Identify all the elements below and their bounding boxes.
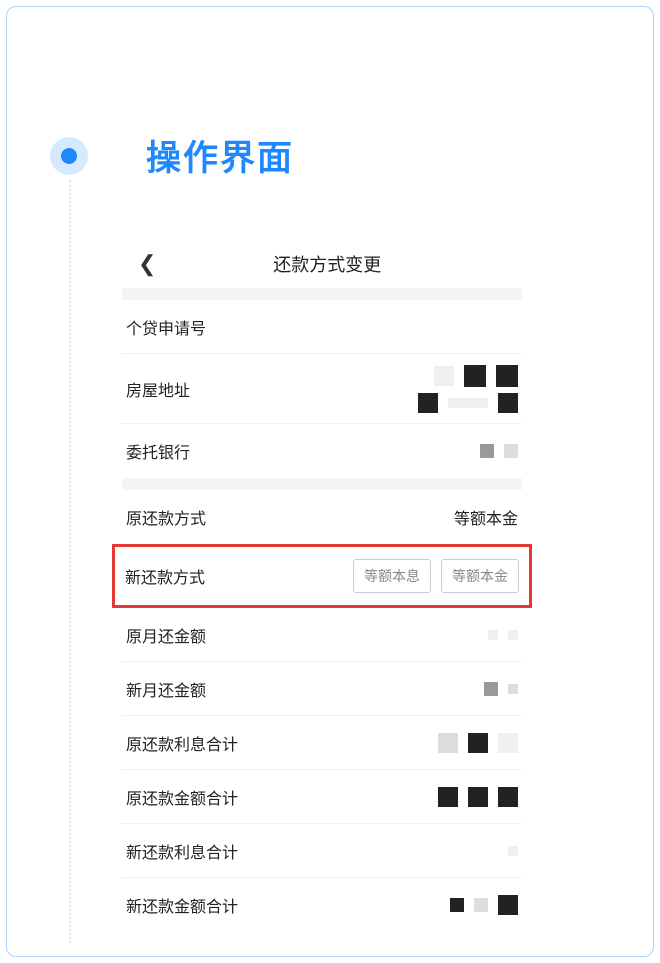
label-address: 房屋地址 — [126, 377, 190, 401]
value-orig-amount-total-redacted — [438, 787, 518, 807]
label-loan-app: 个贷申请号 — [126, 315, 206, 339]
label-orig-method: 原还款方式 — [126, 505, 206, 529]
row-new-interest-total: 新还款利息合计 — [122, 824, 522, 878]
value-new-interest-total-redacted — [508, 846, 518, 856]
bullet-inner — [61, 148, 77, 164]
value-bank-redacted — [480, 444, 518, 458]
value-orig-interest-total-redacted — [438, 733, 518, 753]
label-new-interest-total: 新还款利息合计 — [126, 839, 238, 863]
label-new-amount-total: 新还款金额合计 — [126, 893, 238, 917]
label-new-monthly: 新月还金额 — [126, 677, 206, 701]
new-method-options: 等额本息 等额本金 — [353, 559, 519, 593]
screen-title: 还款方式变更 — [152, 251, 502, 277]
value-new-amount-total-redacted — [450, 895, 518, 915]
label-orig-monthly: 原月还金额 — [126, 623, 206, 647]
screen-header: ❮ 还款方式变更 — [122, 240, 522, 288]
phone-panel: ❮ 还款方式变更 个贷申请号 房屋地址 委托银行 — [122, 240, 522, 932]
value-orig-method: 等额本金 — [454, 505, 518, 529]
row-address: 房屋地址 — [122, 354, 522, 424]
row-orig-interest-total: 原还款利息合计 — [122, 716, 522, 770]
row-orig-monthly: 原月还金额 — [122, 608, 522, 662]
label-bank: 委托银行 — [126, 439, 190, 463]
value-orig-monthly-redacted — [488, 630, 518, 640]
value-new-monthly-redacted — [484, 682, 518, 696]
section-title: 操作界面 — [146, 130, 294, 181]
option-equal-installment[interactable]: 等额本息 — [353, 559, 431, 593]
row-loan-app: 个贷申请号 — [122, 300, 522, 354]
divider — [122, 288, 522, 300]
section-header: 操作界面 — [50, 130, 294, 181]
row-orig-method: 原还款方式 等额本金 — [122, 490, 522, 544]
label-orig-amount-total: 原还款金额合计 — [126, 785, 238, 809]
label-orig-interest-total: 原还款利息合计 — [126, 731, 238, 755]
option-equal-principal[interactable]: 等额本金 — [441, 559, 519, 593]
row-new-method-highlight: 新还款方式 等额本息 等额本金 — [112, 544, 532, 608]
label-new-method: 新还款方式 — [125, 564, 205, 588]
row-new-amount-total: 新还款金额合计 — [122, 878, 522, 932]
row-orig-amount-total: 原还款金额合计 — [122, 770, 522, 824]
row-bank: 委托银行 — [122, 424, 522, 478]
timeline-dotted-line — [69, 180, 71, 943]
row-new-monthly: 新月还金额 — [122, 662, 522, 716]
bullet-icon — [50, 137, 88, 175]
value-address-redacted — [418, 365, 518, 413]
divider — [122, 478, 522, 490]
